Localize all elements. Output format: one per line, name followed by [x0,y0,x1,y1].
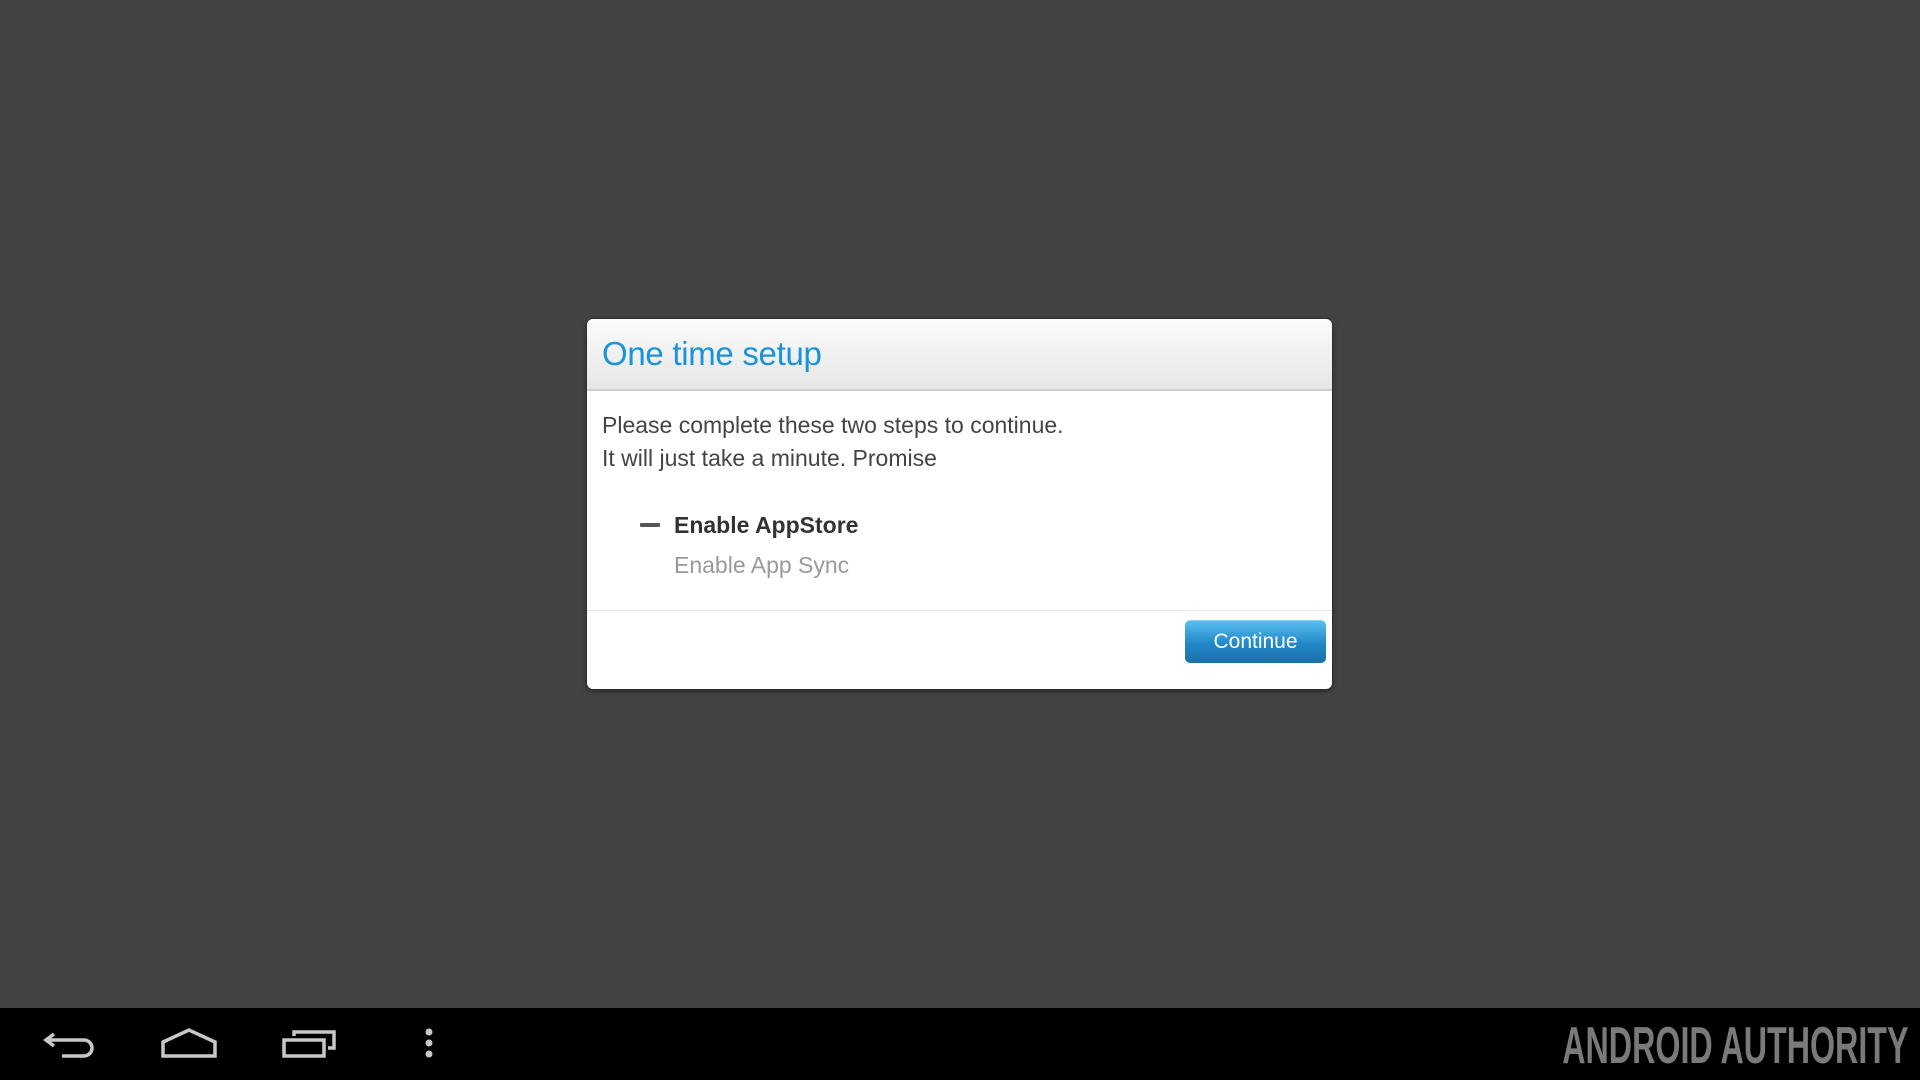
step-enable-app-sync: Enable App Sync [640,545,1317,585]
dialog-title: One time setup [602,335,822,372]
message-line-1: Please complete these two steps to conti… [602,412,1064,438]
step-label: Enable AppStore [674,511,859,538]
continue-button[interactable]: Continue [1185,620,1326,663]
dialog-header: One time setup [587,319,1332,391]
watermark-logo: ANDROID AUTHORITY [1561,1017,1908,1075]
step-enable-appstore: Enable AppStore [640,505,1317,545]
setup-dialog: One time setup Please complete these two… [587,319,1332,689]
recent-apps-icon[interactable] [280,1026,340,1062]
home-icon[interactable] [159,1026,219,1062]
step-label: Enable App Sync [674,551,850,578]
steps-list: Enable AppStore Enable App Sync [640,505,1317,585]
dialog-footer: Continue [587,611,1332,688]
dash-icon [640,523,660,527]
back-arrow-icon[interactable] [40,1026,100,1062]
message-line-2: It will just take a minute. Promise [602,445,937,471]
overflow-menu-icon[interactable] [400,1026,460,1062]
dialog-body: Please complete these two steps to conti… [587,391,1332,611]
